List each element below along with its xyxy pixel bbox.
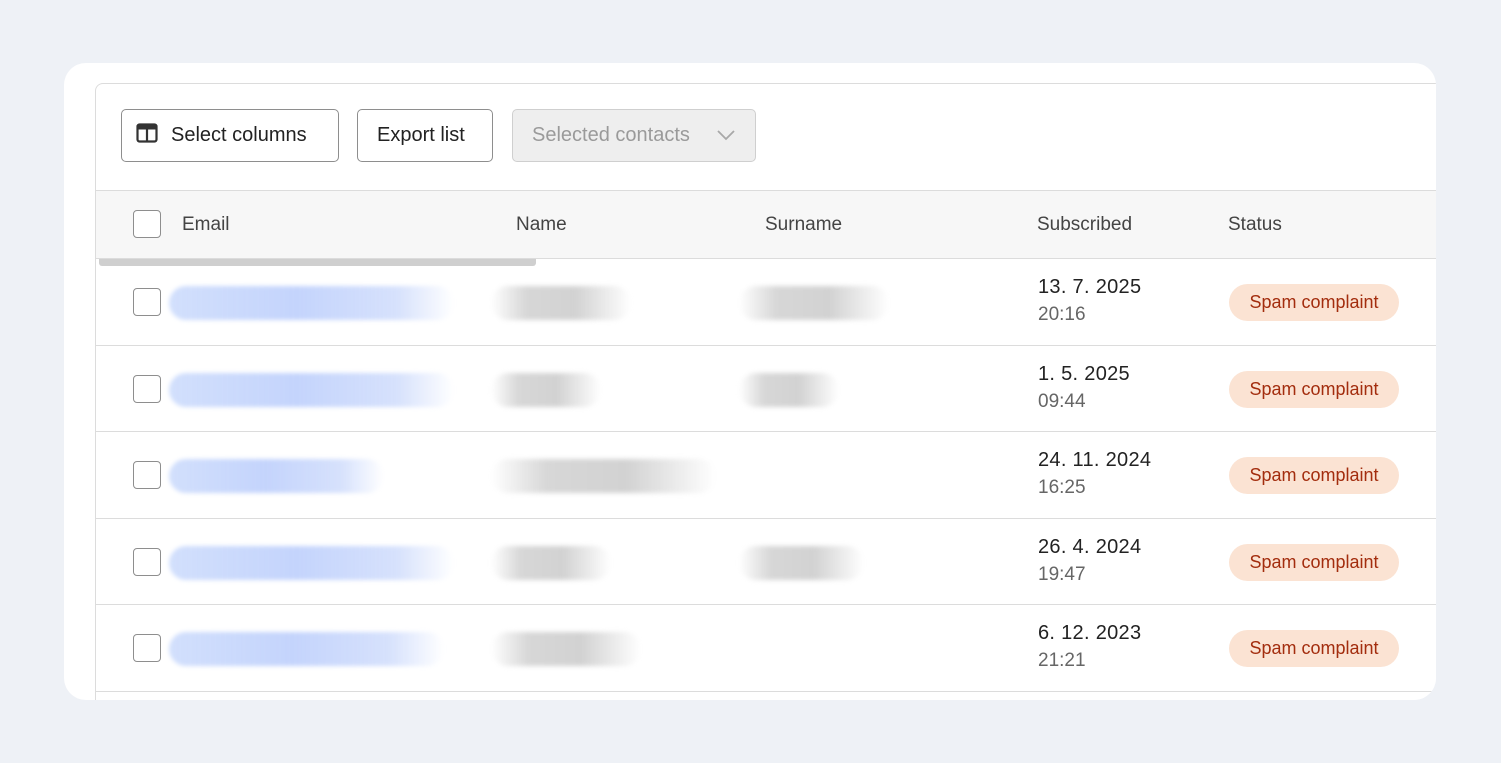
row-checkbox[interactable] [133, 461, 161, 489]
table-toolbar: Select columns Export list Selected cont… [96, 84, 1436, 190]
subscribed-date: 1. 5. 2025 [1038, 362, 1130, 385]
table-row[interactable]: 6. 12. 2023 21:21 Spam complaint [96, 605, 1436, 692]
subscribed-date: 13. 7. 2025 [1038, 276, 1142, 298]
status-badge: Spam complaint [1229, 457, 1399, 494]
row-checkbox[interactable] [133, 374, 161, 403]
subscribed-time: 21:21 [1038, 650, 1086, 671]
subscribed-date: 6. 12. 2023 [1038, 622, 1142, 644]
subscribed-date: 26. 4. 2024 [1038, 535, 1142, 558]
name-redacted [491, 286, 631, 320]
surname-redacted [739, 286, 889, 320]
contacts-table-panel: Select columns Export list Selected cont… [95, 83, 1436, 700]
column-header-subscribed[interactable]: Subscribed [1037, 191, 1132, 258]
subscribed-time: 16:25 [1038, 477, 1086, 498]
email-redacted[interactable] [169, 372, 454, 407]
email-redacted[interactable] [169, 632, 444, 666]
column-header-name[interactable]: Name [516, 191, 567, 258]
contacts-card: Select columns Export list Selected cont… [64, 63, 1436, 700]
status-badge: Spam complaint [1229, 630, 1399, 667]
column-header-status[interactable]: Status [1228, 191, 1282, 258]
table-row[interactable]: 13. 7. 2025 20:16 Spam complaint [96, 259, 1436, 346]
select-columns-button[interactable]: Select columns [121, 109, 339, 162]
email-redacted[interactable] [169, 545, 454, 580]
status-badge: Spam complaint [1229, 284, 1399, 321]
row-checkbox[interactable] [133, 634, 161, 662]
export-list-button[interactable]: Export list [357, 109, 493, 162]
row-checkbox[interactable] [133, 288, 161, 316]
row-checkbox[interactable] [133, 547, 161, 576]
subscribed-date: 24. 11. 2024 [1038, 449, 1152, 471]
table-row[interactable]: 24. 11. 2024 16:25 Spam complaint [96, 432, 1436, 519]
subscribed-time: 19:47 [1038, 563, 1086, 585]
export-list-label: Export list [377, 124, 465, 146]
table-row[interactable]: 26. 4. 2024 19:47 Spam complaint [96, 519, 1436, 605]
select-all-checkbox[interactable] [133, 210, 161, 238]
name-redacted [491, 459, 716, 493]
subscribed-time: 20:16 [1038, 304, 1086, 325]
name-redacted [491, 372, 601, 407]
status-badge: Spam complaint [1229, 370, 1399, 408]
selected-contacts-label: Selected contacts [532, 124, 690, 146]
column-header-surname[interactable]: Surname [765, 191, 842, 258]
surname-redacted [739, 372, 839, 407]
page-background: Select columns Export list Selected cont… [0, 0, 1501, 763]
name-redacted [491, 632, 641, 666]
selected-contacts-dropdown[interactable]: Selected contacts [512, 109, 756, 162]
column-header-email[interactable]: Email [182, 191, 230, 258]
select-columns-label: Select columns [171, 124, 307, 146]
name-redacted [491, 545, 611, 580]
chevron-down-icon [716, 124, 736, 147]
status-badge: Spam complaint [1229, 543, 1399, 581]
table-row[interactable]: 1. 5. 2025 09:44 Spam complaint [96, 346, 1436, 432]
email-redacted[interactable] [169, 286, 454, 320]
table-header: Email Name Surname Subscribed Status [96, 190, 1436, 259]
email-redacted[interactable] [169, 459, 384, 493]
surname-redacted [739, 545, 864, 580]
columns-icon [136, 122, 171, 149]
subscribed-time: 09:44 [1038, 390, 1086, 412]
